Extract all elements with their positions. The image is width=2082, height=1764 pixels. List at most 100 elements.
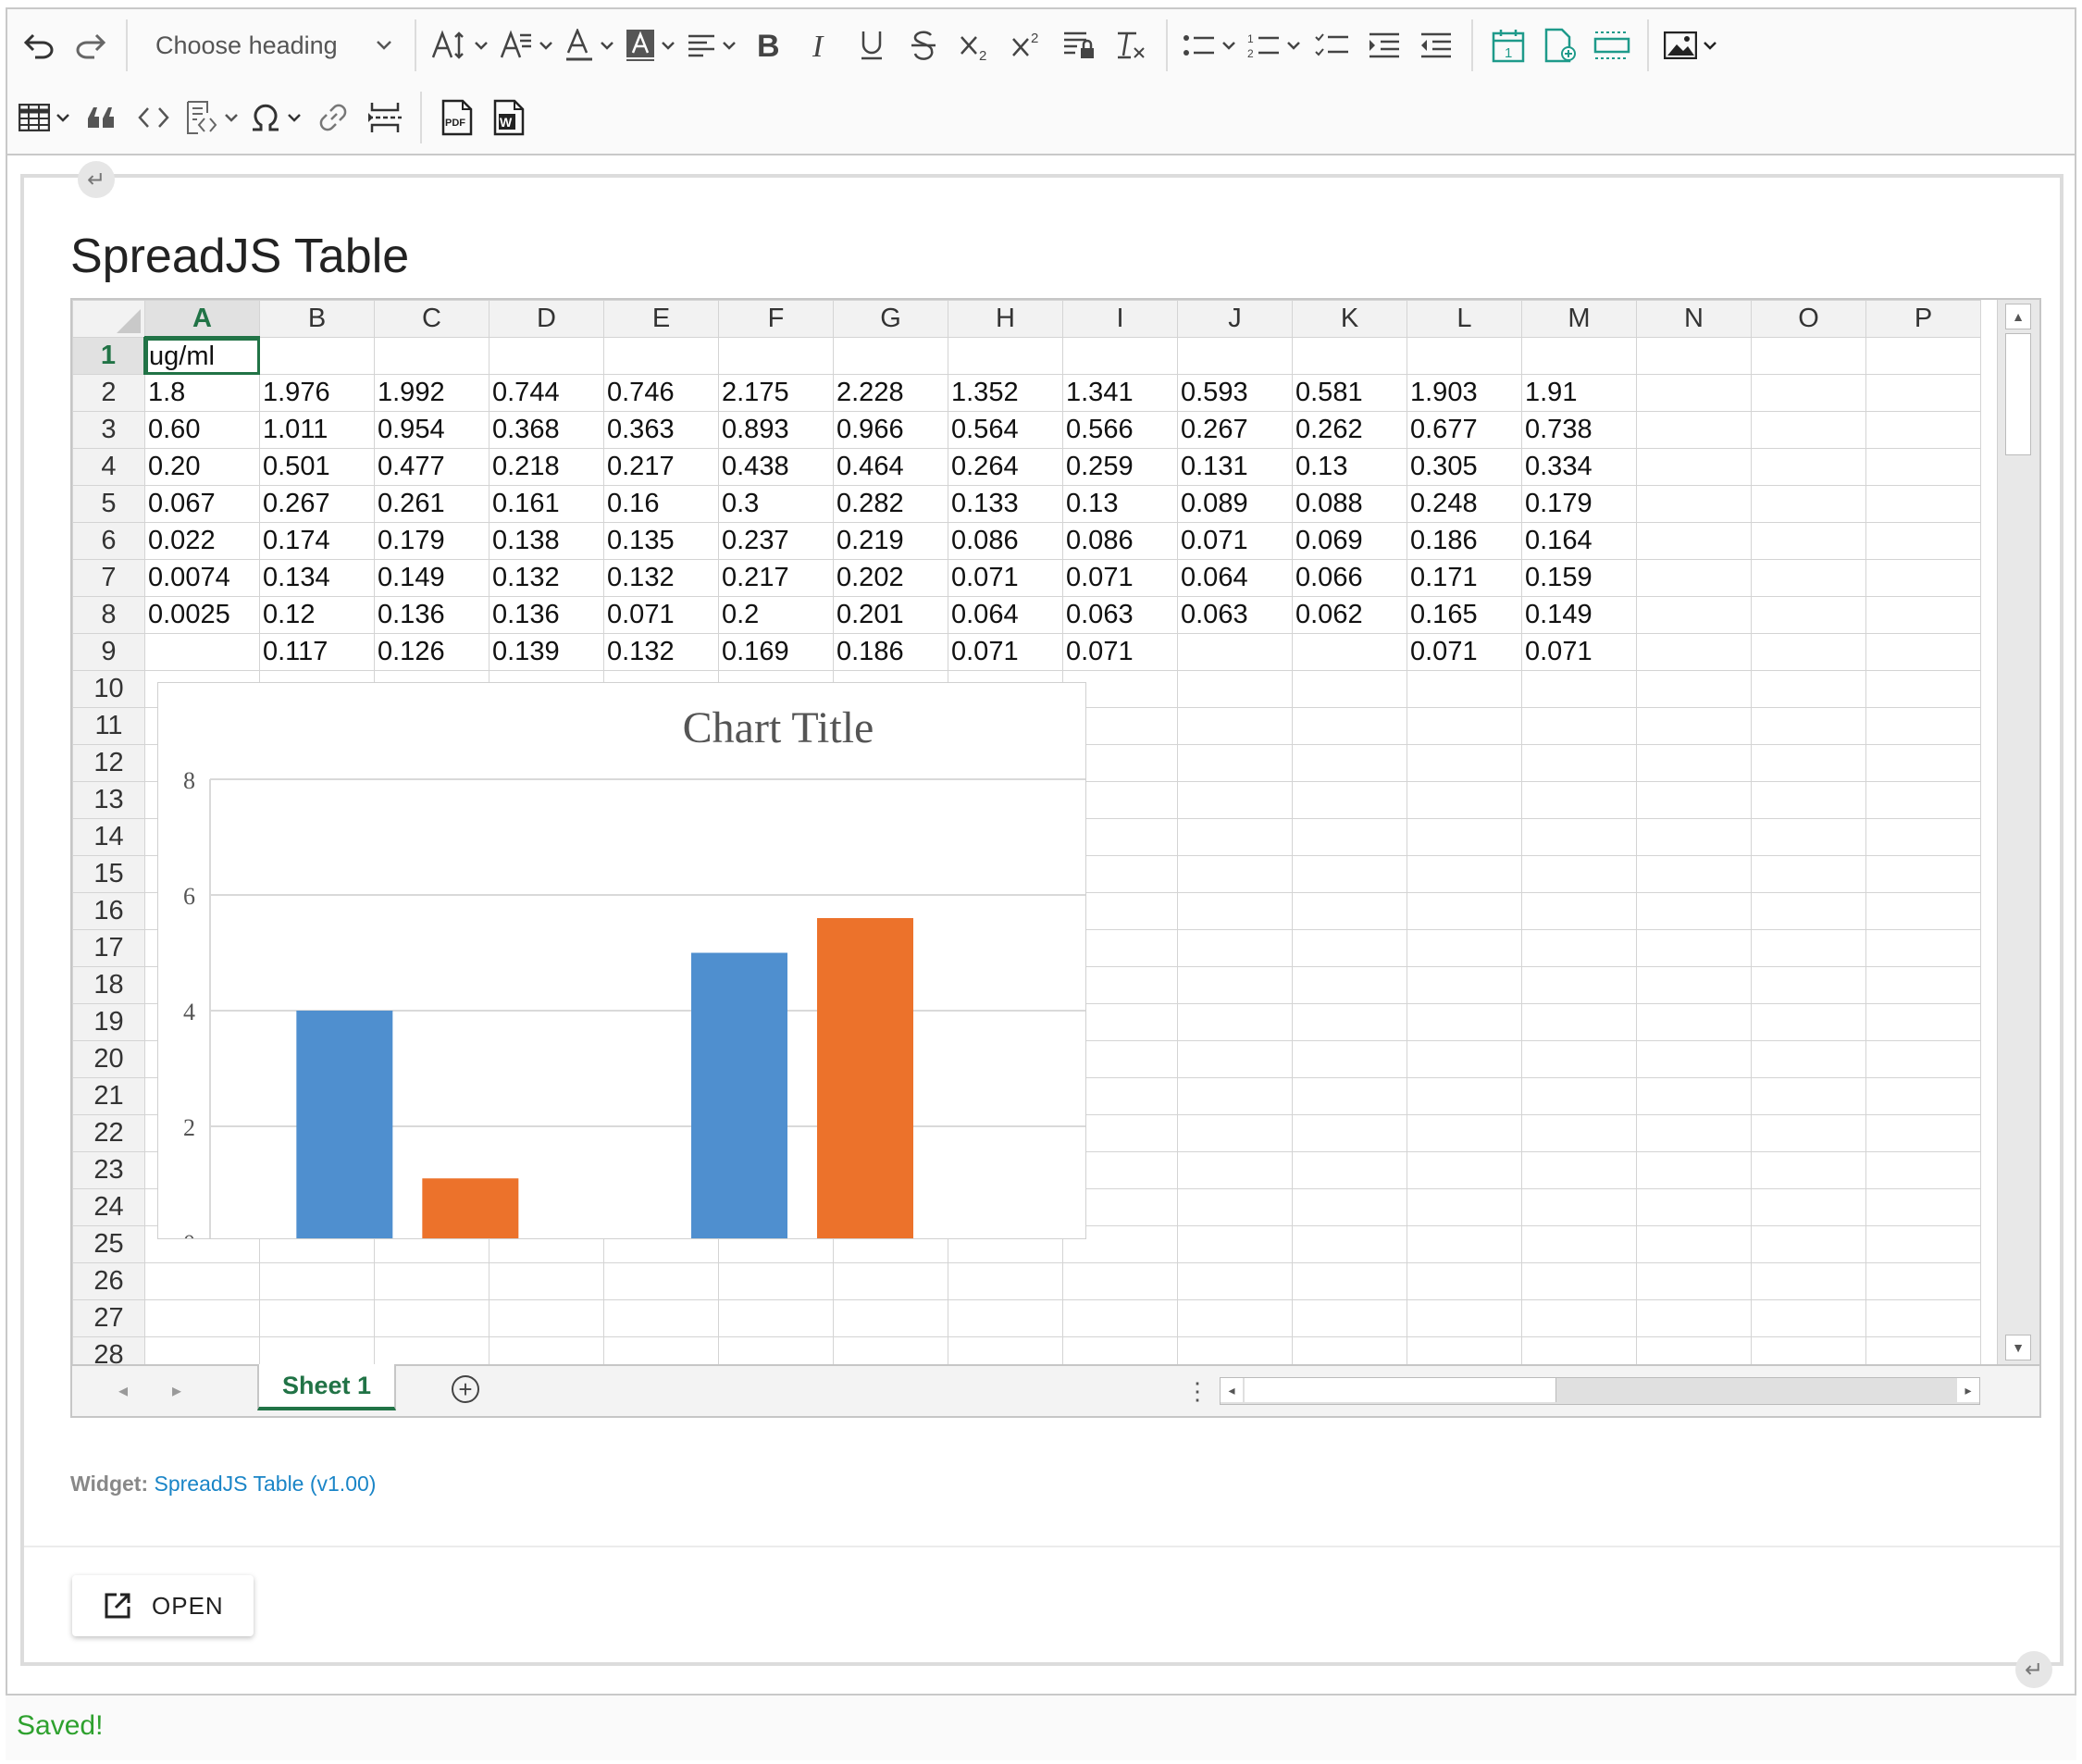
cell[interactable]: 0.954 <box>374 411 490 449</box>
cell[interactable] <box>1292 1077 1407 1115</box>
cell[interactable]: 0.131 <box>1177 448 1293 486</box>
cell[interactable] <box>1521 707 1637 745</box>
scroll-up-arrow[interactable]: ▲ <box>2005 304 2031 329</box>
cell[interactable] <box>144 633 260 671</box>
font-family-button[interactable] <box>494 16 559 75</box>
cell[interactable]: 0.161 <box>489 485 604 523</box>
cell[interactable]: 0.138 <box>489 522 604 560</box>
indent-button[interactable] <box>1358 16 1410 75</box>
cell[interactable] <box>1292 1003 1407 1041</box>
cell[interactable]: 0.262 <box>1292 411 1407 449</box>
cell[interactable]: 0.217 <box>718 559 834 597</box>
remove-format-button[interactable] <box>1105 16 1157 75</box>
cell[interactable] <box>1062 337 1178 375</box>
todo-list-button[interactable] <box>1307 16 1358 75</box>
cell[interactable] <box>1062 1336 1178 1364</box>
cell[interactable] <box>1751 1299 1866 1337</box>
bold-button[interactable]: B <box>742 16 794 75</box>
cell[interactable] <box>1407 892 1522 930</box>
italic-button[interactable]: I <box>794 16 846 75</box>
cell[interactable] <box>1636 1188 1752 1226</box>
code-button[interactable] <box>128 88 180 147</box>
cell[interactable]: 0.067 <box>144 485 260 523</box>
cell[interactable]: 0.179 <box>1521 485 1637 523</box>
cell[interactable]: 0.062 <box>1292 596 1407 634</box>
row-header[interactable]: 15 <box>72 855 145 893</box>
cell[interactable] <box>1751 670 1866 708</box>
bar-series2-1[interactable] <box>422 1178 519 1238</box>
row-header[interactable]: 9 <box>72 633 145 671</box>
bar-series1-2[interactable] <box>691 952 787 1239</box>
cell[interactable]: 0.267 <box>259 485 375 523</box>
insert-paragraph-after-handle[interactable]: ↵ <box>2015 1651 2052 1688</box>
cell[interactable] <box>1751 707 1866 745</box>
cell[interactable] <box>1636 1151 1752 1189</box>
cell[interactable]: 2.228 <box>833 374 948 412</box>
cell[interactable] <box>1751 633 1866 671</box>
cell[interactable]: 0.60 <box>144 411 260 449</box>
scroll-right-arrow[interactable]: ▸ <box>1957 1378 1979 1402</box>
cell[interactable]: 0.186 <box>1407 522 1522 560</box>
sheet-tab[interactable]: Sheet 1 <box>257 1364 396 1410</box>
prev-sheet-icon[interactable]: ◂ <box>118 1379 128 1402</box>
cell[interactable] <box>1636 707 1752 745</box>
cell[interactable] <box>1177 818 1293 856</box>
cell[interactable] <box>1751 411 1866 449</box>
cell[interactable]: 0.259 <box>1062 448 1178 486</box>
cell[interactable] <box>603 1262 719 1300</box>
cell[interactable]: 1.352 <box>948 374 1063 412</box>
cell[interactable] <box>1865 744 1981 782</box>
cell[interactable]: 0.219 <box>833 522 948 560</box>
cell[interactable] <box>1407 1114 1522 1152</box>
cell[interactable] <box>948 1299 1063 1337</box>
cell[interactable] <box>1521 1225 1637 1263</box>
cell[interactable] <box>1292 633 1407 671</box>
cell[interactable] <box>1177 1336 1293 1364</box>
cell[interactable] <box>1407 966 1522 1004</box>
cell[interactable]: 0.064 <box>948 596 1063 634</box>
cell[interactable] <box>1636 337 1752 375</box>
cell[interactable] <box>1865 892 1981 930</box>
cell[interactable] <box>374 1262 490 1300</box>
cell[interactable]: 0.201 <box>833 596 948 634</box>
insert-date-button[interactable]: 1 <box>1482 16 1534 75</box>
column-header[interactable]: P <box>1865 300 1981 338</box>
cell[interactable] <box>259 1262 375 1300</box>
cell[interactable]: 0.159 <box>1521 559 1637 597</box>
cell[interactable] <box>1751 596 1866 634</box>
subscript-button[interactable]: 2 <box>949 16 1001 75</box>
cell[interactable] <box>1865 1151 1981 1189</box>
cell[interactable] <box>718 1336 834 1364</box>
cell[interactable] <box>1407 744 1522 782</box>
cell[interactable]: 0.071 <box>948 633 1063 671</box>
column-header[interactable]: C <box>374 300 490 338</box>
outdent-button[interactable] <box>1410 16 1462 75</box>
cell[interactable] <box>1177 781 1293 819</box>
export-pdf-button[interactable]: PDF <box>431 88 483 147</box>
column-header[interactable]: N <box>1636 300 1752 338</box>
cell[interactable] <box>1865 1299 1981 1337</box>
cell[interactable] <box>1751 892 1866 930</box>
cell[interactable]: 1.903 <box>1407 374 1522 412</box>
link-button[interactable] <box>307 88 359 147</box>
cell[interactable] <box>1177 337 1293 375</box>
cell[interactable] <box>1407 1040 1522 1078</box>
cell[interactable]: 0.501 <box>259 448 375 486</box>
row-header[interactable]: 5 <box>72 485 145 523</box>
cell[interactable] <box>1636 744 1752 782</box>
add-sheet-icon[interactable]: + <box>452 1375 479 1403</box>
cell[interactable]: 0.738 <box>1521 411 1637 449</box>
cell[interactable]: 0.13 <box>1062 485 1178 523</box>
cell[interactable] <box>1636 596 1752 634</box>
cell[interactable] <box>1865 1040 1981 1078</box>
vertical-scroll-thumb[interactable] <box>2005 333 2031 455</box>
cell[interactable]: 0.368 <box>489 411 604 449</box>
row-header[interactable]: 19 <box>72 1003 145 1041</box>
font-size-button[interactable] <box>426 16 494 75</box>
restricted-editing-button[interactable] <box>1053 16 1105 75</box>
cell[interactable]: 0.464 <box>833 448 948 486</box>
cell[interactable] <box>1407 1262 1522 1300</box>
cell[interactable] <box>1521 929 1637 967</box>
cell[interactable] <box>1177 855 1293 893</box>
cell[interactable] <box>1865 1077 1981 1115</box>
